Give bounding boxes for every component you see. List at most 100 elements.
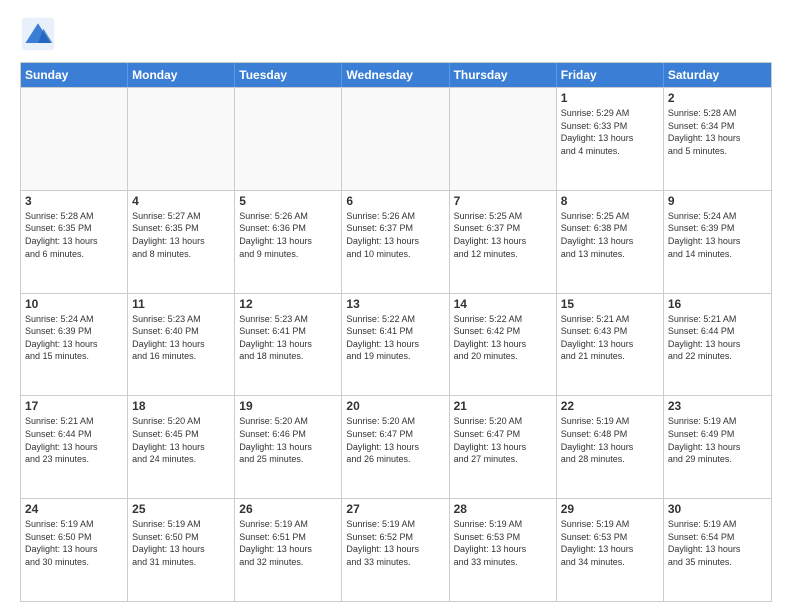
day-info: Sunrise: 5:20 AM Sunset: 6:45 PM Dayligh… — [132, 415, 230, 465]
day-number: 17 — [25, 399, 123, 413]
calendar-cell: 15 Sunrise: 5:21 AM Sunset: 6:43 PM Dayli… — [557, 294, 664, 396]
calendar-cell: 10 Sunrise: 5:24 AM Sunset: 6:39 PM Dayli… — [21, 294, 128, 396]
calendar-cell: 7 Sunrise: 5:25 AM Sunset: 6:37 PM Daylig… — [450, 191, 557, 293]
day-info: Sunrise: 5:20 AM Sunset: 6:47 PM Dayligh… — [454, 415, 552, 465]
calendar-header-cell: Wednesday — [342, 63, 449, 87]
day-info: Sunrise: 5:20 AM Sunset: 6:47 PM Dayligh… — [346, 415, 444, 465]
calendar-cell: 26Sunrise: 5:19 AM Sunset: 6:51 PM Dayli… — [235, 499, 342, 601]
day-info: Sunrise: 5:29 AM Sunset: 6:33 PM Dayligh… — [561, 107, 659, 157]
day-number: 5 — [239, 194, 337, 208]
calendar-cell: 19 Sunrise: 5:20 AM Sunset: 6:46 PM Dayli… — [235, 396, 342, 498]
calendar-cell: 25 Sunrise: 5:19 AM Sunset: 6:50 PM Dayli… — [128, 499, 235, 601]
day-number: 25 — [132, 502, 230, 516]
day-info: Sunrise: 5:22 AM Sunset: 6:42 PM Dayligh… — [454, 313, 552, 363]
day-info: Sunrise: 5:25 AM Sunset: 6:37 PM Dayligh… — [454, 210, 552, 260]
calendar-body: 1 Sunrise: 5:29 AM Sunset: 6:33 PM Daylig… — [21, 87, 771, 601]
calendar-row: 17Sunrise: 5:21 AM Sunset: 6:44 PM Dayli… — [21, 395, 771, 498]
day-number: 13 — [346, 297, 444, 311]
calendar-cell: 8 Sunrise: 5:25 AM Sunset: 6:38 PM Daylig… — [557, 191, 664, 293]
day-info: Sunrise: 5:23 AM Sunset: 6:41 PM Dayligh… — [239, 313, 337, 363]
day-number: 30 — [668, 502, 767, 516]
calendar-cell: 3 Sunrise: 5:28 AM Sunset: 6:35 PM Daylig… — [21, 191, 128, 293]
day-info: Sunrise: 5:26 AM Sunset: 6:37 PM Dayligh… — [346, 210, 444, 260]
day-info: Sunrise: 5:26 AM Sunset: 6:36 PM Dayligh… — [239, 210, 337, 260]
day-number: 8 — [561, 194, 659, 208]
day-number: 16 — [668, 297, 767, 311]
calendar-row: 24 Sunrise: 5:19 AM Sunset: 6:50 PM Dayli… — [21, 498, 771, 601]
header — [20, 16, 772, 52]
day-number: 24 — [25, 502, 123, 516]
calendar-cell — [235, 88, 342, 190]
calendar-cell: 24Sunrise: 5:19 AM Sunset: 6:50 PM Dayli… — [21, 499, 128, 601]
calendar-cell: 21 Sunrise: 5:20 AM Sunset: 6:47 PM Dayli… — [450, 396, 557, 498]
calendar-cell: 5 Sunrise: 5:26 AM Sunset: 6:36 PM Daylig… — [235, 191, 342, 293]
day-info: Sunrise: 5:28 AM Sunset: 6:34 PM Dayligh… — [668, 107, 767, 157]
day-number: 3 — [25, 194, 123, 208]
calendar-cell: 27 Sunrise: 5:19 AM Sunset: 6:52 PM Dayli… — [342, 499, 449, 601]
calendar-cell: 9 Sunrise: 5:24 AM Sunset: 6:39 PM Daylig… — [664, 191, 771, 293]
day-number: 7 — [454, 194, 552, 208]
calendar-cell: 17Sunrise: 5:21 AM Sunset: 6:44 PM Dayli… — [21, 396, 128, 498]
day-info: Sunrise: 5:25 AM Sunset: 6:38 PM Dayligh… — [561, 210, 659, 260]
day-info: Sunrise: 5:21 AM Sunset: 6:43 PM Dayligh… — [561, 313, 659, 363]
day-number: 6 — [346, 194, 444, 208]
day-number: 29 — [561, 502, 659, 516]
day-number: 2 — [668, 91, 767, 105]
calendar-row: 10 Sunrise: 5:24 AM Sunset: 6:39 PM Dayli… — [21, 293, 771, 396]
day-info: Sunrise: 5:27 AM Sunset: 6:35 PM Dayligh… — [132, 210, 230, 260]
calendar-row: 3 Sunrise: 5:28 AM Sunset: 6:35 PM Daylig… — [21, 190, 771, 293]
day-info: Sunrise: 5:24 AM Sunset: 6:39 PM Dayligh… — [668, 210, 767, 260]
calendar-cell: 2 Sunrise: 5:28 AM Sunset: 6:34 PM Daylig… — [664, 88, 771, 190]
day-info: Sunrise: 5:20 AM Sunset: 6:46 PM Dayligh… — [239, 415, 337, 465]
day-number: 12 — [239, 297, 337, 311]
calendar-cell: 22Sunrise: 5:19 AM Sunset: 6:48 PM Dayli… — [557, 396, 664, 498]
calendar-cell: 28 Sunrise: 5:19 AM Sunset: 6:53 PM Dayli… — [450, 499, 557, 601]
day-info: Sunrise: 5:19 AM Sunset: 6:53 PM Dayligh… — [561, 518, 659, 568]
day-info: Sunrise: 5:19 AM Sunset: 6:50 PM Dayligh… — [132, 518, 230, 568]
day-number: 23 — [668, 399, 767, 413]
day-info: Sunrise: 5:19 AM Sunset: 6:49 PM Dayligh… — [668, 415, 767, 465]
logo-icon — [20, 16, 56, 52]
calendar: SundayMondayTuesdayWednesdayThursdayFrid… — [20, 62, 772, 602]
day-info: Sunrise: 5:19 AM Sunset: 6:51 PM Dayligh… — [239, 518, 337, 568]
day-number: 1 — [561, 91, 659, 105]
calendar-cell: 11 Sunrise: 5:23 AM Sunset: 6:40 PM Dayli… — [128, 294, 235, 396]
calendar-cell — [342, 88, 449, 190]
calendar-header: SundayMondayTuesdayWednesdayThursdayFrid… — [21, 63, 771, 87]
day-number: 20 — [346, 399, 444, 413]
calendar-cell: 16 Sunrise: 5:21 AM Sunset: 6:44 PM Dayli… — [664, 294, 771, 396]
day-info: Sunrise: 5:19 AM Sunset: 6:52 PM Dayligh… — [346, 518, 444, 568]
day-info: Sunrise: 5:19 AM Sunset: 6:53 PM Dayligh… — [454, 518, 552, 568]
day-info: Sunrise: 5:24 AM Sunset: 6:39 PM Dayligh… — [25, 313, 123, 363]
day-number: 14 — [454, 297, 552, 311]
day-number: 9 — [668, 194, 767, 208]
day-info: Sunrise: 5:19 AM Sunset: 6:54 PM Dayligh… — [668, 518, 767, 568]
logo — [20, 16, 62, 52]
calendar-cell: 18Sunrise: 5:20 AM Sunset: 6:45 PM Dayli… — [128, 396, 235, 498]
day-info: Sunrise: 5:28 AM Sunset: 6:35 PM Dayligh… — [25, 210, 123, 260]
day-number: 22 — [561, 399, 659, 413]
day-number: 15 — [561, 297, 659, 311]
day-number: 19 — [239, 399, 337, 413]
page: SundayMondayTuesdayWednesdayThursdayFrid… — [0, 0, 792, 612]
calendar-cell: 13 Sunrise: 5:22 AM Sunset: 6:41 PM Dayli… — [342, 294, 449, 396]
calendar-header-cell: Sunday — [21, 63, 128, 87]
day-number: 27 — [346, 502, 444, 516]
calendar-cell — [21, 88, 128, 190]
calendar-cell: 6 Sunrise: 5:26 AM Sunset: 6:37 PM Daylig… — [342, 191, 449, 293]
day-number: 10 — [25, 297, 123, 311]
day-info: Sunrise: 5:21 AM Sunset: 6:44 PM Dayligh… — [668, 313, 767, 363]
calendar-cell: 30 Sunrise: 5:19 AM Sunset: 6:54 PM Dayli… — [664, 499, 771, 601]
calendar-header-cell: Friday — [557, 63, 664, 87]
calendar-row: 1 Sunrise: 5:29 AM Sunset: 6:33 PM Daylig… — [21, 87, 771, 190]
calendar-cell: 1 Sunrise: 5:29 AM Sunset: 6:33 PM Daylig… — [557, 88, 664, 190]
day-info: Sunrise: 5:22 AM Sunset: 6:41 PM Dayligh… — [346, 313, 444, 363]
calendar-cell: 12 Sunrise: 5:23 AM Sunset: 6:41 PM Dayli… — [235, 294, 342, 396]
calendar-cell — [450, 88, 557, 190]
day-number: 28 — [454, 502, 552, 516]
calendar-header-cell: Saturday — [664, 63, 771, 87]
calendar-cell: 20 Sunrise: 5:20 AM Sunset: 6:47 PM Dayli… — [342, 396, 449, 498]
day-info: Sunrise: 5:23 AM Sunset: 6:40 PM Dayligh… — [132, 313, 230, 363]
day-number: 21 — [454, 399, 552, 413]
day-number: 11 — [132, 297, 230, 311]
